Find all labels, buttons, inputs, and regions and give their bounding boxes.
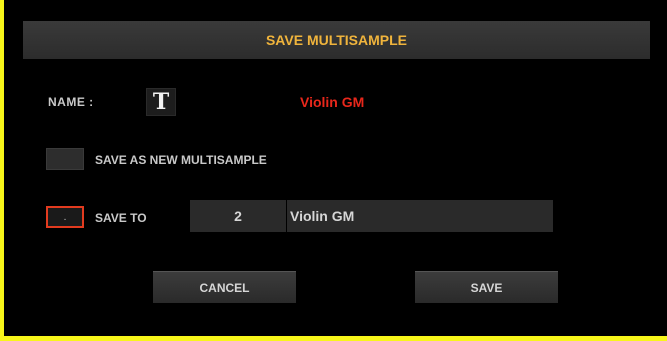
save-button[interactable]: SAVE bbox=[415, 271, 558, 303]
dialog-title: SAVE MULTISAMPLE bbox=[265, 32, 408, 48]
slot-name-field[interactable]: Violin GM bbox=[287, 200, 553, 232]
slot-name-text: Violin GM bbox=[290, 208, 355, 224]
cancel-button[interactable]: CANCEL bbox=[153, 271, 296, 303]
save-to-label: SAVE TO bbox=[95, 211, 147, 225]
text-edit-button[interactable]: T bbox=[146, 88, 176, 116]
save-multisample-dialog: SAVE MULTISAMPLE bbox=[4, 0, 667, 336]
save-as-new-label: SAVE AS NEW MULTISAMPLE bbox=[95, 153, 267, 167]
save-button-label: SAVE bbox=[470, 280, 503, 295]
save-to-checkbox[interactable]: . bbox=[46, 206, 84, 228]
save-as-new-checkbox[interactable] bbox=[46, 148, 84, 170]
cancel-button-label: CANCEL bbox=[199, 280, 250, 295]
name-value: Violin GM bbox=[300, 94, 365, 110]
slot-number-field[interactable]: 2 bbox=[190, 200, 286, 232]
dialog-titlebar: SAVE MULTISAMPLE bbox=[23, 21, 650, 59]
save-to-marker: . bbox=[63, 212, 67, 223]
text-edit-icon: T bbox=[152, 89, 170, 115]
name-label: NAME : bbox=[48, 95, 94, 109]
